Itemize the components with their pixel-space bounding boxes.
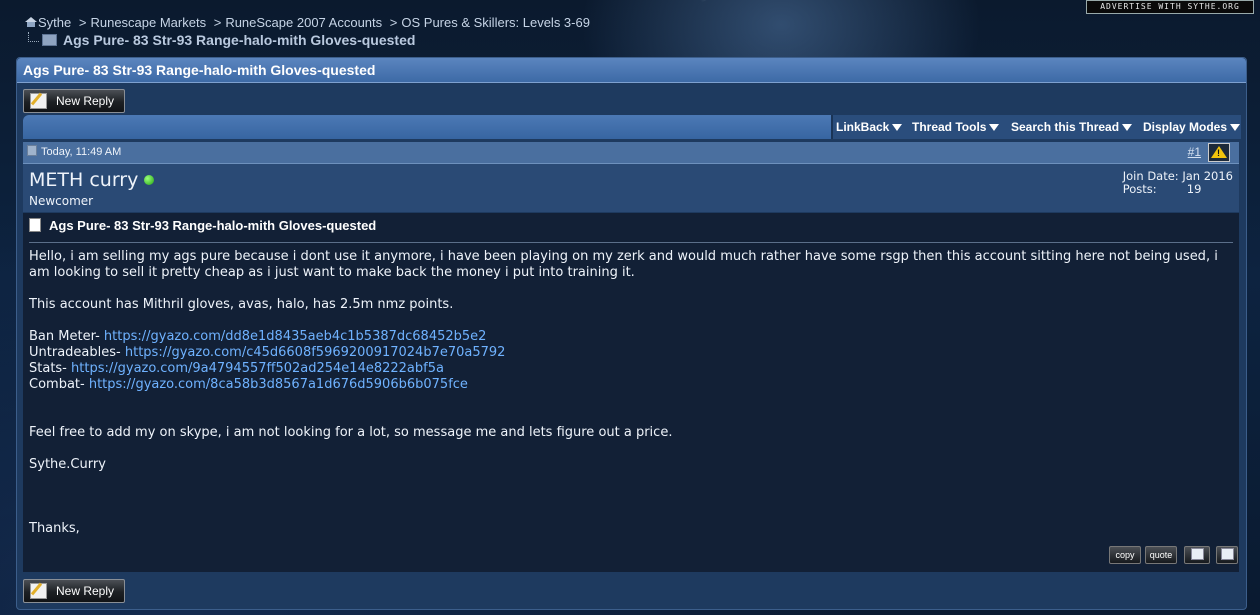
linkback-label: LinkBack [836,120,890,134]
chevron-down-icon [892,124,903,131]
link-row: Combat- https://gyazo.com/8ca58b3d8567a1… [29,377,1233,393]
post-icon [27,145,37,156]
home-icon[interactable] [24,16,38,28]
online-status-icon [144,175,155,185]
link-label: Ban Meter- [29,329,100,344]
advertise-banner[interactable]: ADVERTISE WITH SYTHE.ORG [1086,0,1254,14]
posts-value: 19 [1186,182,1202,196]
warning-exclamation: ! [1217,148,1220,158]
quote-button[interactable]: quote [1145,546,1177,564]
document-icon [29,218,41,232]
link-row: Ban Meter- https://gyazo.com/dd8e1d8435a… [29,329,1233,345]
search-thread-menu[interactable]: Search this Thread [1011,120,1133,134]
combat-link[interactable]: https://gyazo.com/8ca58b3d8567a1d676d590… [89,377,468,392]
username-link[interactable]: METH curry [29,169,138,191]
new-reply-icon [30,583,47,599]
copy-button[interactable]: copy [1109,546,1141,564]
multi-quote-icon [1190,548,1204,560]
thread-tools-group: LinkBack Thread Tools Search this Thread… [831,115,1241,139]
stats-link[interactable]: https://gyazo.com/9a4794557ff502ad254e14… [71,361,444,376]
post-body: Ags Pure- 83 Str-93 Range-halo-mith Glov… [23,213,1239,572]
breadcrumb: Sythe > Runescape Markets > RuneScape 2007… [24,15,590,30]
display-modes-menu[interactable]: Display Modes [1143,120,1241,134]
link-label: Untradeables- [29,345,121,360]
posts-row: Posts: 19 [1123,183,1233,196]
posts-label: Posts: [1122,182,1157,196]
report-post-button[interactable]: ! [1208,143,1230,162]
post-number-link[interactable]: #1 [1188,142,1201,162]
username-block: METH curry [29,169,155,191]
breadcrumb-item-rs2007-accounts[interactable]: RuneScape 2007 Accounts [225,15,382,30]
chevron-down-icon [1122,124,1133,131]
breadcrumb-current: Ags Pure- 83 Str-93 Range-halo-mith Glov… [28,32,415,48]
divider [29,242,1233,243]
message-paragraph: This account has Mithril gloves, avas, h… [29,297,454,312]
signature: Sythe.Curry [29,457,106,472]
post-header: Today, 11:49 AM #1 ! [23,142,1239,164]
message-paragraph: Feel free to add my on skype, i am not l… [29,425,673,440]
chevron-down-icon [1230,124,1241,131]
breadcrumb-item-sythe[interactable]: Sythe [38,15,71,30]
new-reply-icon [30,93,47,109]
folder-icon [42,34,57,46]
link-row: Stats- https://gyazo.com/9a4794557ff502a… [29,361,1233,377]
post-title-text: Ags Pure- 83 Str-93 Range-halo-mith Glov… [49,218,377,233]
join-date-label: Join Date: [1122,169,1179,183]
join-date-value: Jan 2016 [1182,169,1233,183]
breadcrumb-separator: > [78,15,87,30]
breadcrumb-current-title: Ags Pure- 83 Str-93 Range-halo-mith Glov… [63,32,416,48]
thread-title: Ags Pure- 83 Str-93 Range-halo-mith Glov… [17,58,1246,83]
chevron-down-icon [989,124,1000,131]
linkback-menu[interactable]: LinkBack [836,120,903,134]
post-date: Today, 11:49 AM [41,146,122,158]
quick-reply-button[interactable] [1216,546,1238,564]
message-paragraph: Hello, i am selling my ags pure because … [29,249,1218,280]
background-streak [700,0,764,3]
ban-meter-link[interactable]: https://gyazo.com/dd8e1d8435aeb4c1b5387d… [104,329,487,344]
post-message: Hello, i am selling my ags pure because … [29,249,1233,537]
new-reply-label: New Reply [56,94,115,108]
closing-text: Thanks, [29,521,80,536]
thread-panel: Ags Pure- 83 Str-93 Range-halo-mith Glov… [16,57,1247,610]
link-label: Combat- [29,377,85,392]
new-reply-button-bottom[interactable]: New Reply [23,579,125,603]
thread-tools-label: Thread Tools [912,120,987,134]
display-modes-label: Display Modes [1143,120,1228,134]
breadcrumb-separator: > [213,15,222,30]
new-reply-label: New Reply [56,584,115,598]
link-label: Stats- [29,361,67,376]
user-stats: Join Date: Jan 2016 Posts: 19 [1123,170,1233,196]
quick-reply-icon [1220,548,1234,560]
user-title: Newcomer [29,194,94,208]
search-thread-label: Search this Thread [1011,120,1120,134]
breadcrumb-separator: > [389,15,398,30]
breadcrumb-item-runescape-markets[interactable]: Runescape Markets [90,15,206,30]
untradeables-link[interactable]: https://gyazo.com/c45d6608f5969200917024… [125,345,506,360]
breadcrumb-item-os-pures[interactable]: OS Pures & Skillers: Levels 3-69 [401,15,590,30]
tree-connector [28,32,39,42]
link-row: Untradeables- https://gyazo.com/c45d6608… [29,345,1233,361]
post-user-info: METH curry Newcomer Join Date: Jan 2016 … [23,164,1239,212]
thread-toolbar: LinkBack Thread Tools Search this Thread… [23,115,1241,139]
new-reply-button-top[interactable]: New Reply [23,89,125,113]
thread-tools-menu[interactable]: Thread Tools [912,120,1000,134]
multi-quote-button[interactable] [1184,546,1210,564]
post-title: Ags Pure- 83 Str-93 Range-halo-mith Glov… [29,218,376,233]
